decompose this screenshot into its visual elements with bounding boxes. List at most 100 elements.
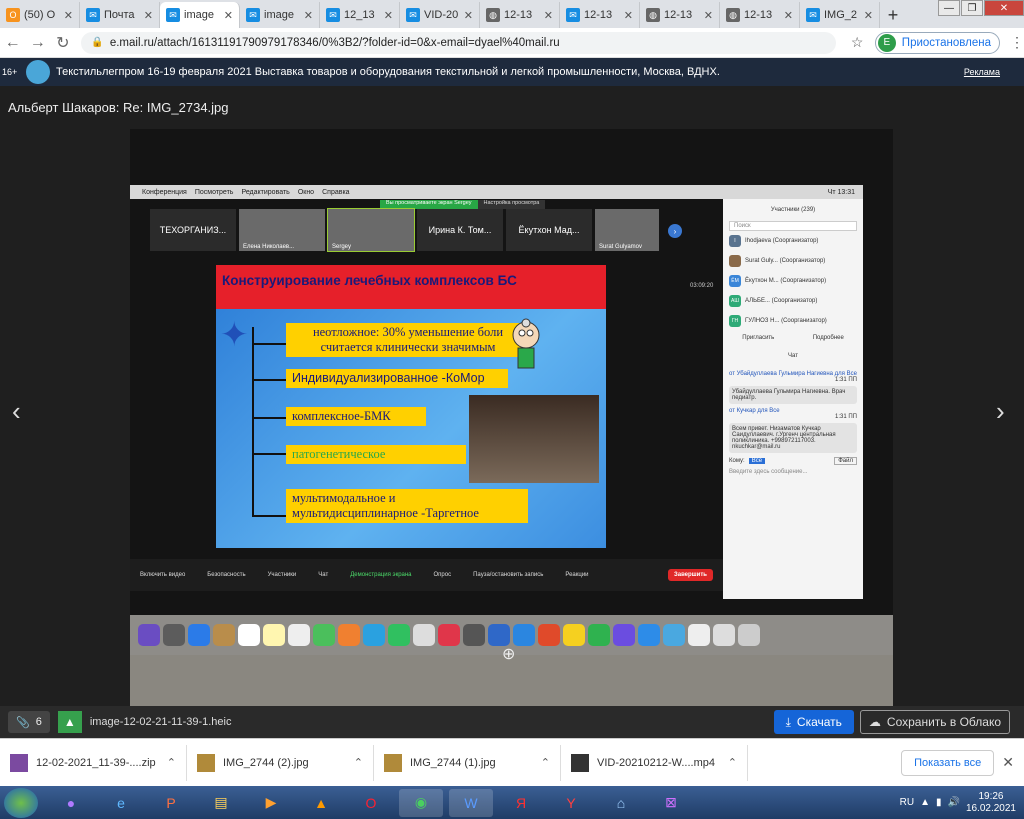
forward-icon[interactable]: → <box>25 34 50 52</box>
close-icon[interactable]: ✕ <box>624 9 633 22</box>
avatar: E <box>877 33 896 52</box>
chat-message: Всем привет. Низаматов Кучкар Саидуллаев… <box>729 423 857 453</box>
browser-tab[interactable]: ✉ Почта ✕ <box>80 2 160 28</box>
download-item[interactable]: IMG_2744 (1).jpg ⌃ <box>374 744 561 781</box>
close-icon[interactable]: ✕ <box>784 9 793 22</box>
attachments-count-button[interactable]: 📎 6 <box>8 711 50 733</box>
image-thumbnail-icon[interactable]: ▲ <box>57 711 82 733</box>
browser-tab[interactable]: ✉ 12-13 ✕ <box>560 2 640 28</box>
close-icon[interactable]: ✕ <box>864 9 873 22</box>
image-file-icon <box>384 753 402 772</box>
browser-tab[interactable]: ◍ 12-13 ✕ <box>720 2 800 28</box>
mail-icon: ✉ <box>406 8 420 22</box>
back-icon[interactable]: ← <box>0 34 25 52</box>
ad-banner[interactable]: 16+ Текстильлегпром 16-19 февраля 2021 В… <box>0 58 1024 86</box>
system-tray: RU ▲ ▮ 🔊 19:26 16.02.2021 <box>900 791 1016 815</box>
age-rating: 16+ <box>2 67 18 77</box>
browser-tab[interactable]: О (50) O ✕ <box>0 2 80 28</box>
ad-label-link[interactable]: Реклама <box>964 67 1000 77</box>
dock-app-icon <box>363 624 385 646</box>
download-item[interactable]: 12-02-2021_11-39-....zip ⌃ <box>0 744 187 781</box>
window-close-icon[interactable]: ✕ <box>984 0 1024 16</box>
browser-tab[interactable]: ✉ VID-20 ✕ <box>400 2 480 28</box>
save-to-cloud-button[interactable]: ☁ Сохранить в Облако <box>859 710 1010 734</box>
close-icon[interactable]: ✕ <box>464 9 473 22</box>
browser-tab[interactable]: ◍ 12-13 ✕ <box>640 2 720 28</box>
restore-icon[interactable]: ❐ <box>961 0 983 16</box>
share-notice-text: Вы просматриваете экран Sergey <box>380 200 478 209</box>
invite-button: Пригласить <box>742 335 775 341</box>
tree-branch <box>252 343 286 345</box>
chrome-icon[interactable]: ◉ <box>399 788 443 817</box>
minimize-icon[interactable]: — <box>938 0 960 16</box>
browser-tab-strip: О (50) O ✕ ✉ Почта ✕ ✉ image ✕ ✉ image ✕ ✉ 12_13 ✕… <box>0 0 1024 28</box>
tab-label: 12-13 <box>584 9 613 21</box>
chevron-up-icon[interactable]: ▲ <box>920 797 930 808</box>
network-icon[interactable]: ▮ <box>936 797 942 808</box>
yandex-icon[interactable]: Я <box>499 789 543 817</box>
close-icon[interactable]: ✕ <box>384 9 393 22</box>
menu-icon[interactable]: ⋮ <box>1010 34 1024 51</box>
chevron-up-icon[interactable]: ⌃ <box>541 756 550 769</box>
yandex-browser-icon[interactable]: Y <box>549 789 593 817</box>
avatar: I <box>729 235 741 247</box>
bookmark-star-icon[interactable]: ☆ <box>846 34 869 51</box>
close-icon[interactable]: ✕ <box>704 9 713 22</box>
prev-arrow-icon[interactable]: ‹ <box>12 396 21 427</box>
vlc-icon[interactable]: ▲ <box>299 789 343 817</box>
word-icon[interactable]: W <box>449 788 493 817</box>
address-bar[interactable]: 🔒 e.mail.ru/attach/16131191790979178346/… <box>81 31 836 54</box>
control-poll: Опрос <box>433 572 452 578</box>
system-clock[interactable]: 19:26 16.02.2021 <box>966 791 1016 815</box>
browser-tab[interactable]: ✉ image ✕ <box>240 2 320 28</box>
slide-item: Индивидуализированное -КоМор <box>286 369 508 388</box>
clock-time: 19:26 <box>978 790 1004 802</box>
explorer-icon[interactable]: ▤ <box>199 789 243 817</box>
home-icon[interactable]: ⌂ <box>599 789 643 817</box>
volume-icon[interactable]: 🔊 <box>947 797 959 808</box>
close-icon[interactable]: ✕ <box>144 9 153 22</box>
attachment-viewer: Альберт Шакаров: Re: IMG_2734.jpg ‹ › Ко… <box>0 86 1024 706</box>
control-security: Безопасность <box>207 572 246 578</box>
mail-icon: ✉ <box>806 8 820 22</box>
close-icon[interactable]: ✕ <box>1002 754 1014 771</box>
globe-icon: ◍ <box>646 8 660 22</box>
tab-label: image <box>264 9 294 21</box>
next-arrow-icon[interactable]: › <box>996 396 1005 427</box>
control-record: Пауза/остановить запись <box>473 572 544 578</box>
close-icon[interactable]: ✕ <box>544 9 553 22</box>
powerpoint-icon[interactable]: P <box>149 789 193 817</box>
close-icon[interactable]: ✕ <box>224 9 233 22</box>
close-icon[interactable]: ✕ <box>64 9 73 22</box>
show-all-button[interactable]: Показать все <box>901 749 995 776</box>
ie-icon[interactable]: e <box>99 789 143 817</box>
mac-menubar: Конференция Посмотреть Редактировать Окн… <box>130 185 863 199</box>
browser-tab[interactable]: ✉ IMG_2 ✕ <box>800 2 880 28</box>
media-player-icon[interactable]: ▶ <box>249 789 293 817</box>
dock-app-icon <box>388 624 410 646</box>
share-notice: Вы просматриваете экран Sergey Настройка… <box>380 200 546 209</box>
download-item[interactable]: VID-20210212-W....mp4 ⌃ <box>561 744 748 781</box>
browser-tab-active[interactable]: ✉ image ✕ <box>160 2 240 28</box>
avatar: АШ <box>729 295 741 307</box>
download-button[interactable]: ⤓ Скачать <box>773 710 854 734</box>
browser-tab[interactable]: ✉ 12_13 ✕ <box>320 2 400 28</box>
start-button[interactable] <box>4 787 38 818</box>
app-icon[interactable]: ⊠ <box>649 789 693 817</box>
chevron-up-icon[interactable]: ⌃ <box>167 756 176 769</box>
close-icon[interactable]: ✕ <box>304 9 313 22</box>
language-indicator[interactable]: RU <box>900 797 914 808</box>
opera-icon[interactable]: O <box>349 789 393 817</box>
new-tab-button[interactable]: + <box>880 2 906 28</box>
reload-icon[interactable]: ↻ <box>50 33 75 53</box>
banner-text: Текстильлегпром 16-19 февраля 2021 Выста… <box>56 66 720 78</box>
chevron-up-icon[interactable]: ⌃ <box>728 756 737 769</box>
browser-tab[interactable]: ◍ 12-13 ✕ <box>480 2 560 28</box>
download-item[interactable]: IMG_2744 (2).jpg ⌃ <box>187 744 374 781</box>
profile-button[interactable]: E Приостановлена <box>874 31 1001 54</box>
presentation-slide: Конструирование лечебных комплексов БС ✦… <box>216 265 606 548</box>
zoom-in-icon[interactable]: ⊕ <box>502 644 515 664</box>
chevron-up-icon[interactable]: ⌃ <box>354 756 363 769</box>
alice-icon[interactable]: ● <box>49 789 93 817</box>
mail-icon: ✉ <box>246 8 260 22</box>
